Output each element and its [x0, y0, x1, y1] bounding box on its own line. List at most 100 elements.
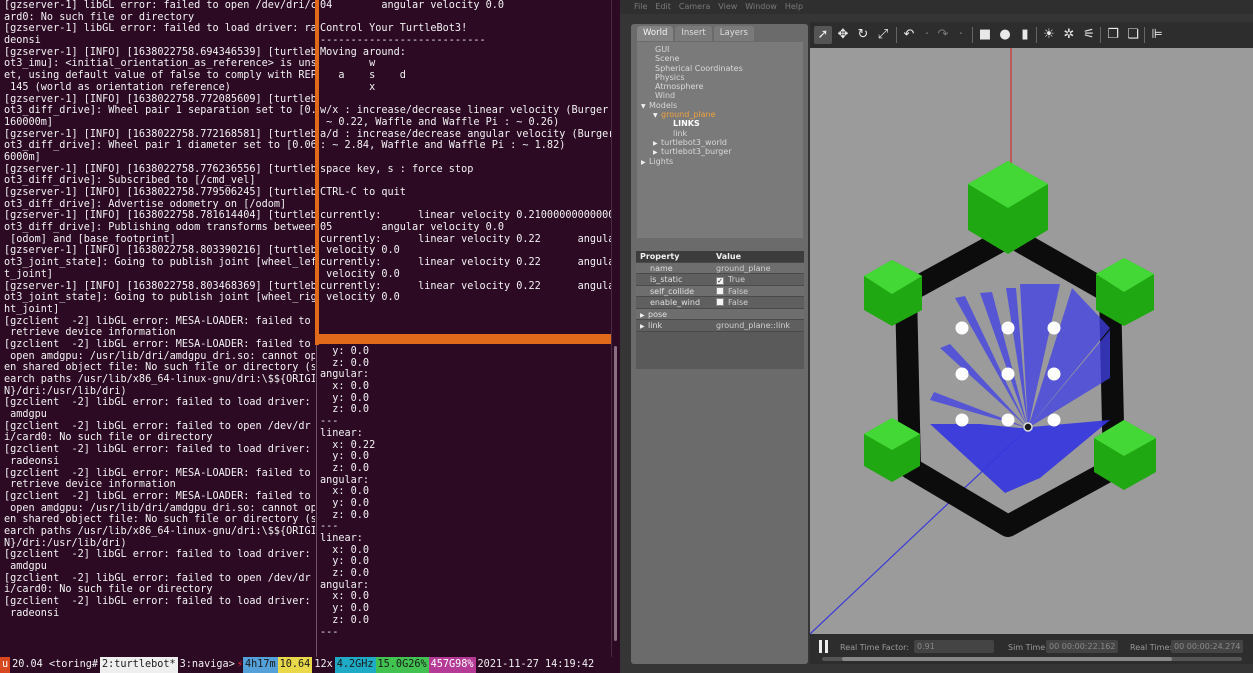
tree-item[interactable]: GUI	[637, 45, 803, 54]
tree-item-label: Wind	[655, 91, 676, 101]
property-row-enable-wind[interactable]: enable_wind False	[636, 297, 804, 309]
tree-item-label: ground_plane	[661, 110, 716, 120]
tab-world[interactable]: World	[637, 26, 674, 41]
tree-item[interactable]: Spherical Coordinates	[637, 64, 803, 73]
terminal-line: currently: linear velocity 0.22 angular	[320, 257, 620, 269]
tree-item[interactable]: Atmosphere	[637, 82, 803, 91]
copy-icon[interactable]: ❐	[1104, 26, 1122, 44]
terminal-line: [gzserver-1] libGL error: failed to load…	[4, 23, 315, 35]
menu-item[interactable]: File	[634, 2, 647, 11]
menu-item[interactable]: Camera	[679, 2, 710, 11]
tree-item[interactable]: Wind	[637, 91, 803, 100]
tab-insert[interactable]: Insert	[675, 26, 712, 41]
sphere-shape-icon[interactable]: ●	[996, 26, 1014, 44]
viewport-scrollbar-thumb[interactable]	[842, 657, 1172, 661]
tree-item[interactable]: Physics	[637, 73, 803, 82]
expand-triangle-icon[interactable]: ▼	[641, 102, 649, 111]
terminal-line: currently: linear velocity 0.22 angular	[320, 280, 620, 292]
cylinder-shape-icon[interactable]: ▮	[1016, 26, 1034, 44]
paste-icon[interactable]: ❏	[1124, 26, 1142, 44]
expand-triangle-icon[interactable]: ▶	[641, 158, 649, 167]
rotate-mode-icon[interactable]: ↻	[854, 26, 872, 44]
pane-divider[interactable]	[316, 345, 317, 657]
scene-3d-viewport[interactable]	[810, 48, 1253, 634]
terminal-scrollbar-thumb[interactable]	[614, 346, 617, 641]
translate-mode-icon[interactable]: ✥	[834, 26, 852, 44]
terminal-pane-cmd-vel-echo[interactable]: y: 0.0 z: 0.0 angular: x: 0.0 y: 0.0 z: 0…	[320, 346, 620, 657]
viewport-scrollbar[interactable]	[822, 657, 1242, 661]
expand-triangle-icon[interactable]: ▶	[640, 321, 648, 333]
box-shape-icon[interactable]: ■	[976, 26, 994, 44]
terminal-line: linear:	[320, 533, 363, 544]
terminal-line: velocity 0.0	[320, 268, 400, 280]
status-memory: 15.0G26%	[375, 657, 429, 673]
property-row-link[interactable]: ▶ link ground_plane::link	[636, 320, 804, 332]
spot-light-icon[interactable]: ✲	[1060, 26, 1078, 44]
terminal-line: [gzserver-1] libGL error: failed to open…	[4, 0, 315, 11]
terminal-line: [gzclient -2] libGL error: failed to ope…	[4, 420, 311, 432]
real-time-label: Real Time:	[1130, 643, 1173, 652]
terminal-line: x: 0.0	[320, 486, 370, 498]
terminal-line: [gzclient -2] libGL error: failed to loa…	[4, 596, 311, 608]
align-icon[interactable]: ⊫	[1148, 26, 1166, 44]
terminal-line: linear:	[320, 427, 363, 439]
property-value: False	[728, 298, 749, 307]
tree-item[interactable]: ▼ Models	[637, 101, 803, 110]
pane-divider-horizontal[interactable]	[315, 334, 620, 344]
real-time-factor-value: 0.91	[914, 640, 994, 653]
point-light-icon[interactable]: ☀	[1040, 26, 1058, 44]
tree-item[interactable]: link	[637, 129, 803, 138]
terminal-line: radeonsi	[4, 607, 60, 619]
status-window-naviga[interactable]: 3:naviga>	[178, 657, 237, 673]
undo-icon[interactable]: ↶	[900, 26, 918, 44]
terminal-line: radeonsi	[4, 455, 60, 467]
property-row-pose[interactable]: ▶ pose	[636, 308, 804, 320]
tree-item[interactable]: LINKS	[637, 119, 803, 128]
menu-item[interactable]: Help	[785, 2, 803, 11]
terminal-line: 05 angular velocity 0.0	[320, 222, 505, 234]
status-uptime: 4h17m	[242, 657, 278, 673]
terminal-line: ht_joint]	[4, 303, 60, 315]
menu-item[interactable]: Edit	[655, 2, 671, 11]
select-mode-icon[interactable]: ➚	[814, 26, 832, 44]
menu-item[interactable]: Window	[745, 2, 777, 11]
checkbox-unchecked-icon[interactable]	[716, 298, 724, 306]
terminal-line: velocity 0.0	[320, 292, 400, 304]
terminal-line: retrieve device information	[4, 479, 176, 491]
world-tree[interactable]: GUI Scene Spherical Coordinates Physics Atmo…	[637, 42, 803, 238]
redo-history-icon[interactable]: ·	[952, 26, 970, 44]
turtlebot3-burger-robot	[1023, 422, 1033, 432]
checkbox-unchecked-icon[interactable]	[716, 286, 724, 295]
pane-divider-active[interactable]	[315, 0, 319, 345]
tree-item-label: Scene	[655, 54, 680, 64]
redo-icon[interactable]: ↷	[934, 26, 952, 44]
tree-item[interactable]: ▼ ground_plane	[637, 110, 803, 119]
terminal-line: x	[320, 81, 376, 93]
pause-icon[interactable]	[818, 640, 830, 654]
property-row-name[interactable]: name ground_plane	[636, 262, 804, 274]
tree-item[interactable]: ▶ turtlebot3_burger	[637, 147, 803, 156]
property-value: True	[728, 275, 745, 284]
checkbox-checked-icon[interactable]: ✓	[716, 277, 724, 285]
expand-triangle-icon[interactable]: ▼	[653, 111, 661, 120]
tab-layers[interactable]: Layers	[713, 26, 754, 41]
menu-item[interactable]: View	[718, 2, 737, 11]
status-window-turtlebot[interactable]: 2:turtlebot*	[100, 657, 178, 673]
tmux-status-bar: u 20.04 <toring# 2:turtlebot* 3:naviga> ⚡…	[0, 657, 620, 673]
tree-item[interactable]: ▶ Lights	[637, 157, 803, 166]
property-row-self-collide[interactable]: self_collide False	[636, 285, 804, 297]
directional-light-icon[interactable]: ⚟	[1080, 26, 1098, 44]
terminal-line: et, using default value of false to comp…	[4, 70, 315, 82]
tree-item[interactable]: Scene	[637, 54, 803, 63]
status-os-window-1[interactable]: 20.04 <toring#	[10, 657, 100, 673]
real-time-factor-label: Real Time Factor:	[840, 643, 909, 652]
terminal-pane-launch-log[interactable]: [gzserver-1] libGL error: failed to open…	[4, 0, 315, 657]
tree-item[interactable]: ▶ turtlebot3_world	[637, 138, 803, 147]
scale-mode-icon[interactable]: ⤢	[874, 26, 892, 44]
terminal-window[interactable]: [gzserver-1] libGL error: failed to open…	[0, 0, 620, 673]
terminal-pane-teleop[interactable]: 04 angular velocity 0.0 Control Your Turt…	[320, 0, 620, 333]
property-row-is-static[interactable]: is_static ✓ True	[636, 274, 804, 286]
terminal-line: en shared object file: No such file or d…	[4, 514, 315, 526]
terminal-line: en shared object file: No such file or d…	[4, 362, 315, 374]
